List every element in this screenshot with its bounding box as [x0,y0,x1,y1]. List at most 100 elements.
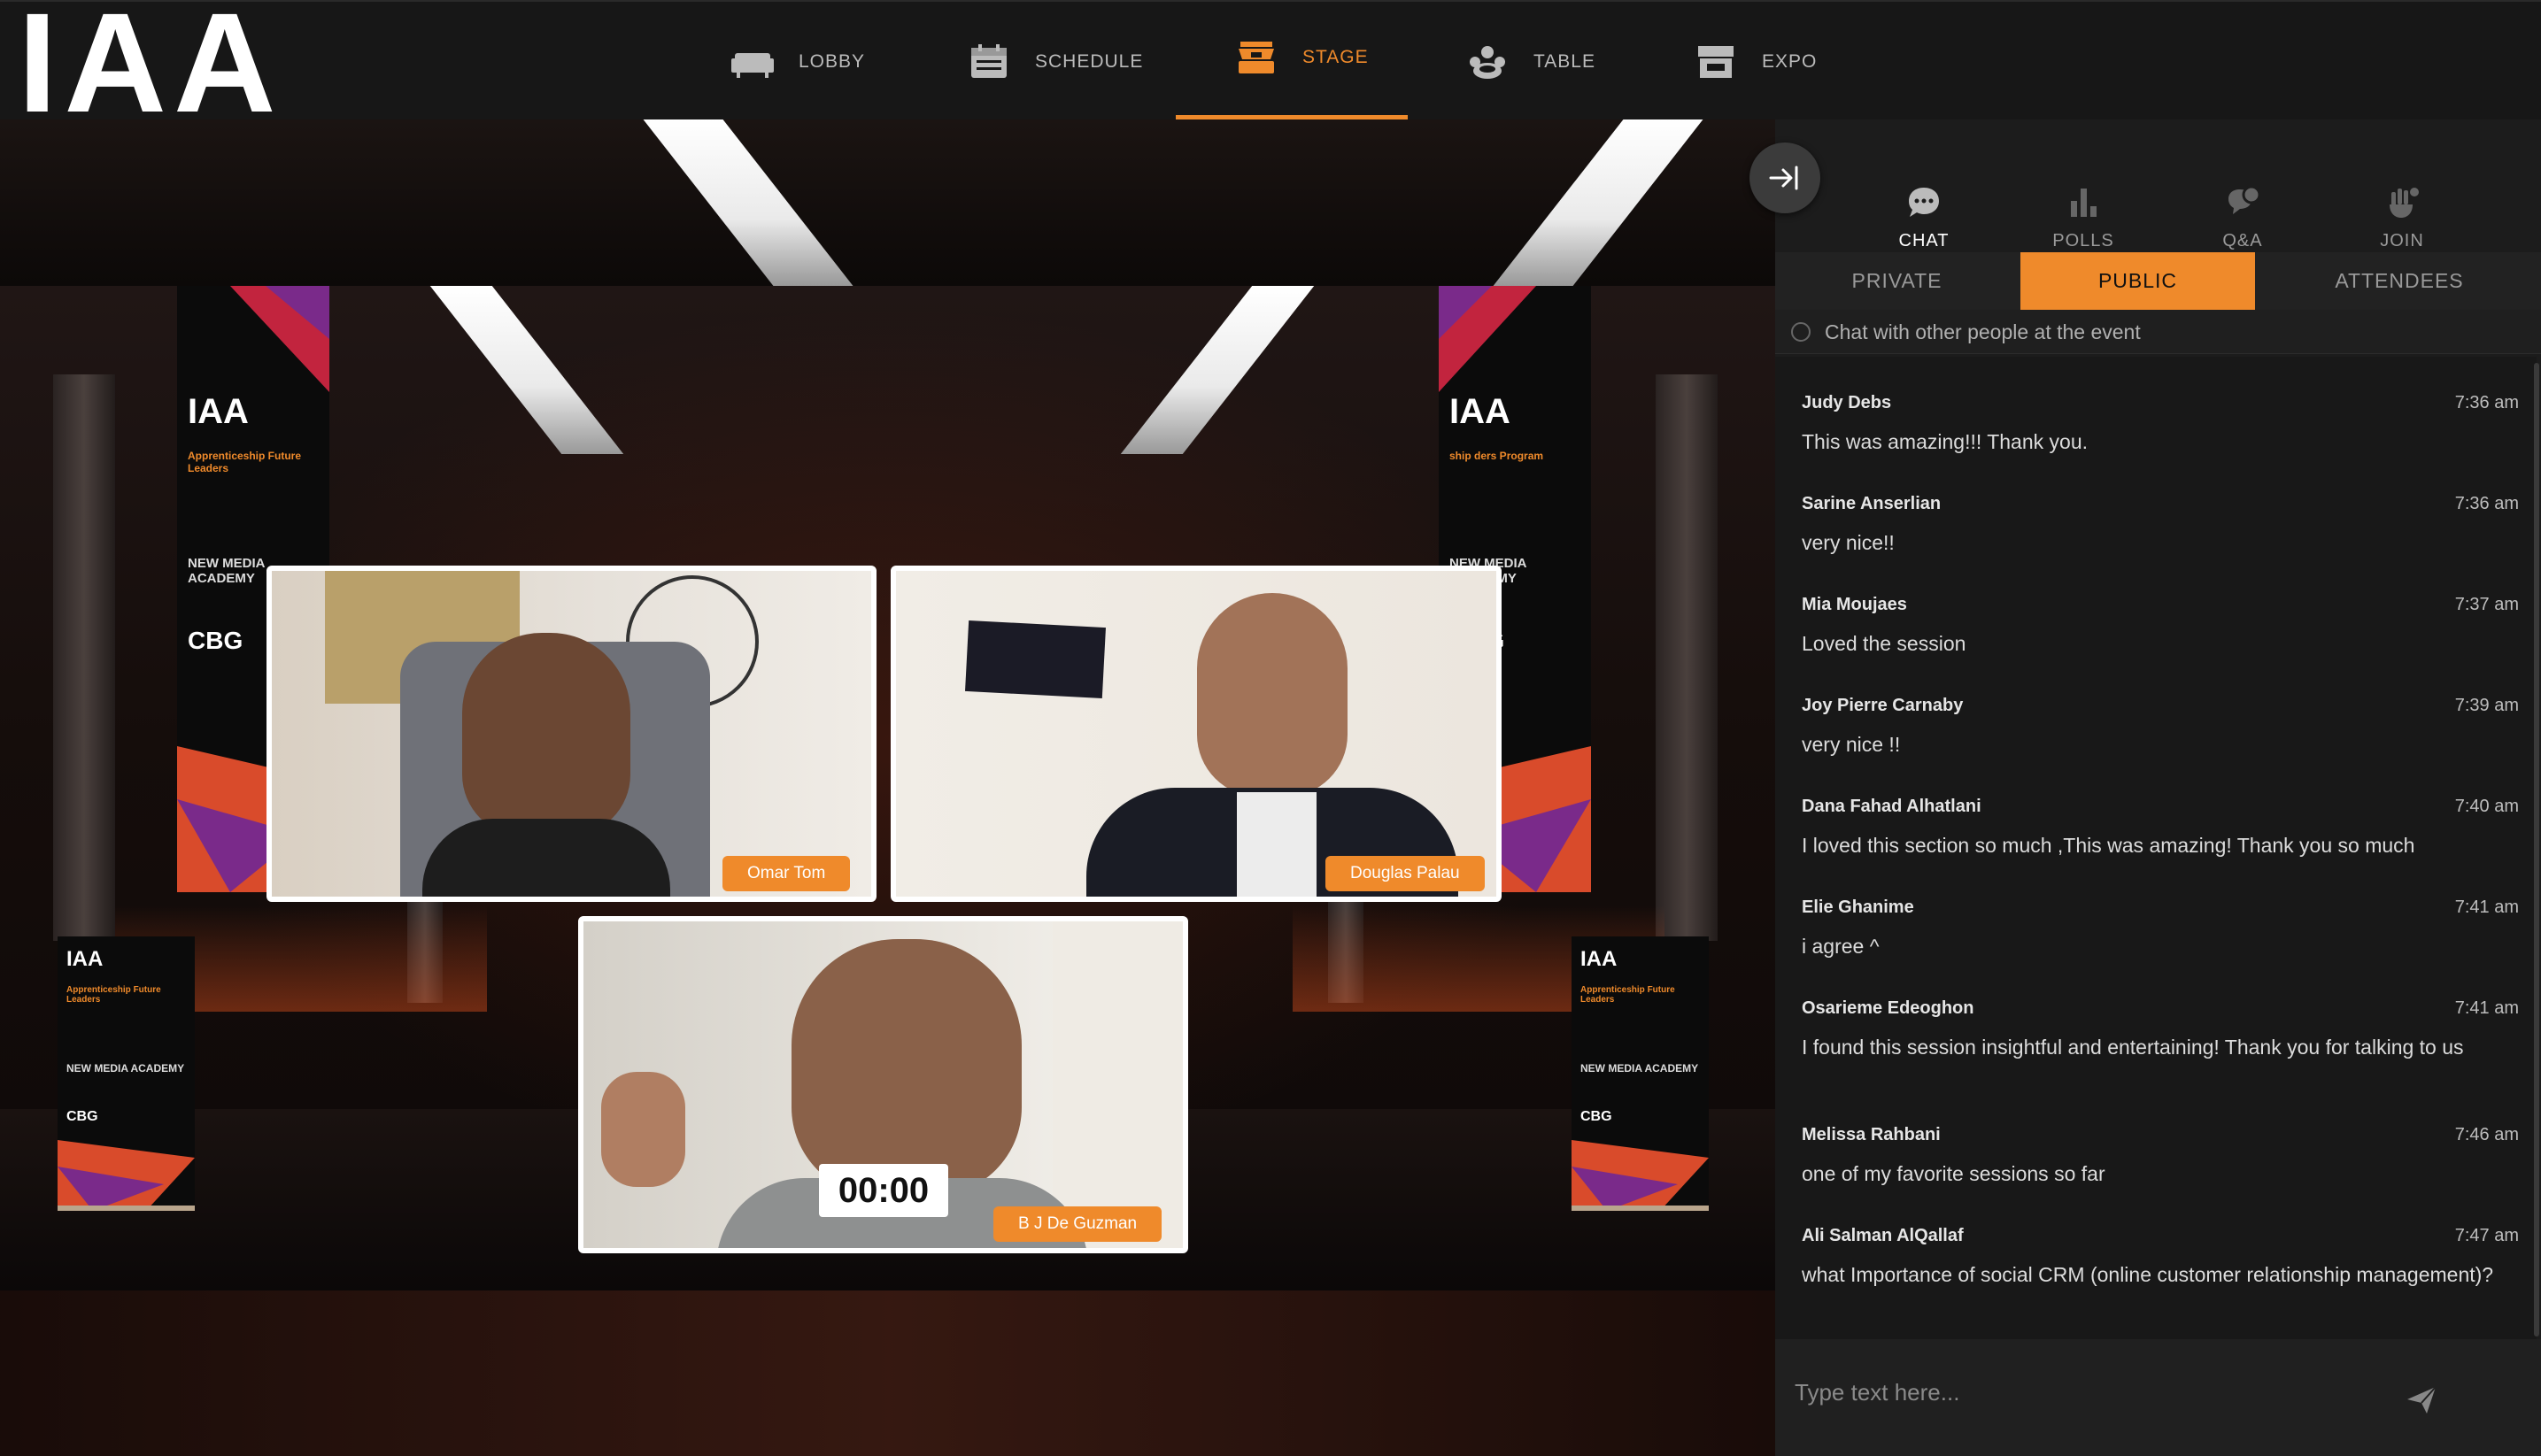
message-author: Melissa Rahbani [1802,1125,1941,1144]
message-author: Judy Debs [1802,393,1892,412]
standee-cbg: CBG [1580,1109,1612,1124]
participant-name-tag: Douglas Palau [1325,856,1485,891]
tab-polls-label: POLLS [2052,231,2114,250]
nav-stage[interactable]: STAGE [1176,2,1408,121]
chat-scrollbar[interactable] [2534,363,2539,1337]
session-timer: 00:00 [819,1164,948,1217]
tab-qa[interactable]: Q&A [2176,153,2309,250]
info-icon [1791,322,1811,342]
chat-message: Sarine Anserlian 7:36 am very nice!! [1802,494,2519,556]
person-head [1197,593,1348,797]
message-text: what Importance of social CRM (online cu… [1802,1263,2494,1286]
message-time: 7:41 am [2454,897,2519,917]
standee-cbg: CBG [66,1109,98,1124]
banner-logo: IAA [188,392,249,431]
message-text: I found this session insightful and ente… [1802,1036,2464,1059]
message-text: one of my favorite sessions so far [1802,1162,2105,1185]
chat-subtabs: PRIVATE PUBLIC ATTENDEES [1775,252,2541,310]
person-shirt [422,819,670,897]
tab-chat-label: CHAT [1898,231,1950,250]
side-panel: CHAT POLLS Q&A JOIN PRIVATE PUBLIC ATTEN… [1775,119,2541,1456]
chat-hint: Chat with other people at the event [1775,310,2541,354]
calendar-icon [968,43,1010,80]
nav-expo[interactable]: EXPO [1695,2,1817,121]
message-text: very nice !! [1802,733,1901,756]
stage-pillar [53,374,115,941]
tab-polls[interactable]: POLLS [2017,153,2150,250]
standee-logo: IAA [66,947,104,971]
nav-schedule[interactable]: SCHEDULE [968,2,1143,121]
message-time: 7:47 am [2454,1226,2519,1245]
chat-message-list[interactable]: Judy Debs 7:36 am This was amazing!!! Th… [1775,357,2537,1339]
message-time: 7:40 am [2454,797,2519,816]
standee-logo: IAA [1580,947,1618,971]
tab-qa-label: Q&A [2222,231,2263,250]
message-author: Mia Moujaes [1802,595,1907,614]
poll-icon [2066,185,2101,220]
brand-logo[interactable]: IAA [18,4,301,121]
subtab-attendees[interactable]: ATTENDEES [2258,252,2541,310]
stage-view: IAA Apprenticeship Future Leaders NEW ME… [0,119,1775,1456]
banner-title: ship ders Program [1449,450,1544,462]
chat-message: Dana Fahad Alhatlani 7:40 am I loved thi… [1802,797,2519,859]
chat-message: Ali Salman AlQallaf 7:47 am what Importanc… [1802,1226,2519,1288]
send-button[interactable] [2395,1373,2448,1426]
message-time: 7:36 am [2454,494,2519,513]
tab-chat[interactable]: CHAT [1857,153,1990,250]
chat-hint-text: Chat with other people at the event [1825,320,2141,343]
subtab-public[interactable]: PUBLIC [2020,252,2255,310]
message-text: Loved the session [1802,632,1966,655]
ceiling-light [643,119,853,286]
collapse-panel-button[interactable] [1749,143,1820,213]
tab-join[interactable]: JOIN [2336,153,2468,250]
participant-name-tag: Omar Tom [722,856,851,891]
nav-expo-label: EXPO [1762,50,1818,72]
booth-icon [1695,44,1737,80]
banner-cbg: CBG [188,627,243,654]
banner-logo: IAA [1449,392,1510,431]
message-time: 7:37 am [2454,595,2519,614]
banner-title: Apprenticeship Future Leaders [188,450,302,474]
stage-ceiling [0,119,1775,286]
wall-sign [965,620,1106,699]
send-icon [2407,1386,2437,1414]
message-author: Ali Salman AlQallaf [1802,1226,1964,1245]
video-tile-omar-tom[interactable]: Omar Tom [266,566,877,902]
person-head [462,633,630,836]
chat-message: Osarieme Edeoghon 7:41 am I found this s… [1802,998,2519,1060]
message-text: i agree ^ [1802,935,1880,958]
nav-table[interactable]: TABLE [1466,2,1595,121]
message-author: Dana Fahad Alhatlani [1802,797,1981,816]
chat-message: Judy Debs 7:36 am This was amazing!!! Th… [1802,393,2519,455]
curtain [1053,921,1183,1248]
standee-title: Apprenticeship Future Leaders [66,985,161,1005]
chat-message: Melissa Rahbani 7:46 am one of my favori… [1802,1125,2519,1187]
table-icon [1466,44,1509,80]
person-hand [601,1072,685,1187]
nav-schedule-label: SCHEDULE [1035,50,1144,72]
subtab-private[interactable]: PRIVATE [1775,252,2019,310]
chat-message: Elie Ghanime 7:41 am i agree ^ [1802,897,2519,959]
ceiling-light [1493,119,1703,286]
video-tile-douglas-palau[interactable]: Douglas Palau [891,566,1502,902]
nav-stage-label: STAGE [1302,46,1369,67]
standee-left: IAA Apprenticeship Future Leaders NEW ME… [58,936,195,1211]
qa-icon [2225,185,2261,220]
chat-message: Mia Moujaes 7:37 am Loved the session [1802,595,2519,657]
message-text: very nice!! [1802,531,1895,554]
chat-composer [1775,1339,2541,1456]
nav-lobby[interactable]: LOBBY [731,2,865,121]
standee-right: IAA Apprenticeship Future Leaders NEW ME… [1572,936,1709,1211]
chat-input[interactable] [1795,1366,2414,1419]
message-author: Sarine Anserlian [1802,494,1942,513]
message-time: 7:46 am [2454,1125,2519,1144]
participant-name-tag: B J De Guzman [993,1206,1162,1242]
message-author: Osarieme Edeoghon [1802,998,1974,1018]
nav-lobby-label: LOBBY [799,50,866,72]
standee-title: Apprenticeship Future Leaders [1580,985,1675,1005]
arrow-right-to-line-icon [1769,166,1798,190]
chat-message: Joy Pierre Carnaby 7:39 am very nice !! [1802,696,2519,758]
person-head [792,939,1022,1196]
stage-scene: IAA Apprenticeship Future Leaders NEW ME… [0,286,1775,1290]
message-author: Joy Pierre Carnaby [1802,696,1964,715]
